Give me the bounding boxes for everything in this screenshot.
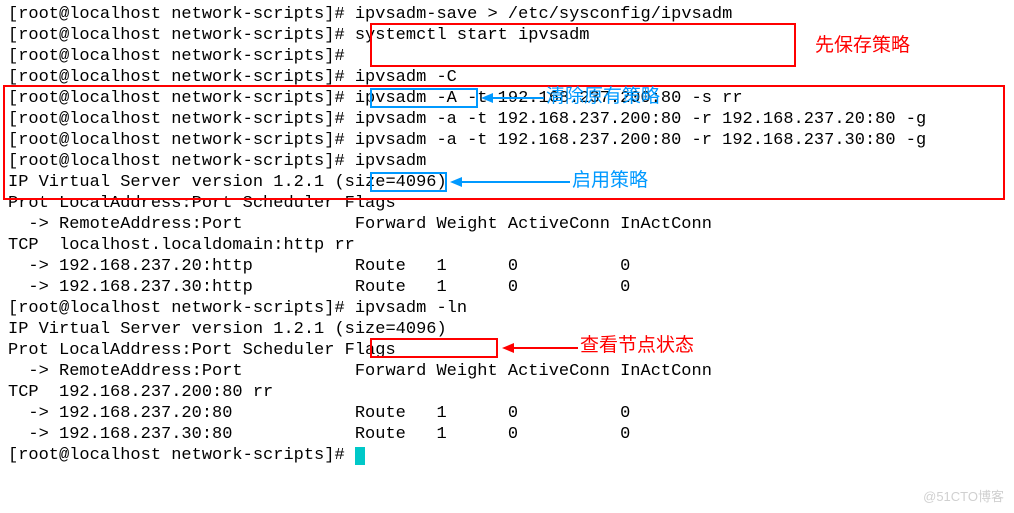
prompt-1: [root@localhost network-scripts]# [8, 5, 355, 24]
output-rs-3: -> 192.168.237.20:80 Route 1 0 0 [8, 403, 1006, 424]
terminal-screenshot: [root@localhost network-scripts]# ipvsad… [0, 0, 1014, 513]
bluebox-ipvsadm [370, 172, 447, 192]
watermark: @51CTO博客 [923, 486, 1004, 507]
output-rs-1: -> 192.168.237.20:http Route 1 0 0 [8, 256, 1006, 277]
anno-enable: 启用策略 [572, 170, 648, 191]
prompt-3: [root@localhost network-scripts]# [8, 47, 355, 66]
prompt-2: [root@localhost network-scripts]# [8, 26, 355, 45]
output-vs-2: TCP 192.168.237.200:80 rr [8, 382, 1006, 403]
anno-save-first: 先保存策略 [815, 35, 910, 56]
redbox-save-commands [370, 23, 796, 67]
prompt-10: [root@localhost network-scripts]# [8, 446, 355, 465]
output-cols-2: -> RemoteAddress:Port Forward Weight Act… [8, 214, 1006, 235]
anno-clear-old: 清除原有策略 [546, 86, 660, 107]
output-rs-2: -> 192.168.237.30:http Route 1 0 0 [8, 277, 1006, 298]
arrow-view-nodes [502, 340, 578, 356]
cmd-ipvsadm-ln: ipvsadm -ln [355, 299, 467, 318]
output-vs-1: TCP localhost.localdomain:http rr [8, 235, 1006, 256]
output-ipvs-header-2: IP Virtual Server version 1.2.1 (size=40… [8, 319, 1006, 340]
bluebox-ipvsadm-C [370, 88, 478, 108]
arrow-enable [450, 174, 570, 190]
redbox-ipvsadm-ln [370, 338, 498, 358]
output-cols-4: -> RemoteAddress:Port Forward Weight Act… [8, 361, 1006, 382]
arrow-clear-old [481, 90, 544, 106]
output-rs-4: -> 192.168.237.30:80 Route 1 0 0 [8, 424, 1006, 445]
anno-view-nodes: 查看节点状态 [580, 335, 694, 356]
prompt-9: [root@localhost network-scripts]# [8, 299, 355, 318]
cmd-ipvsadm-save: ipvsadm-save > /etc/sysconfig/ipvsadm [355, 5, 732, 24]
cursor-icon [355, 447, 365, 465]
